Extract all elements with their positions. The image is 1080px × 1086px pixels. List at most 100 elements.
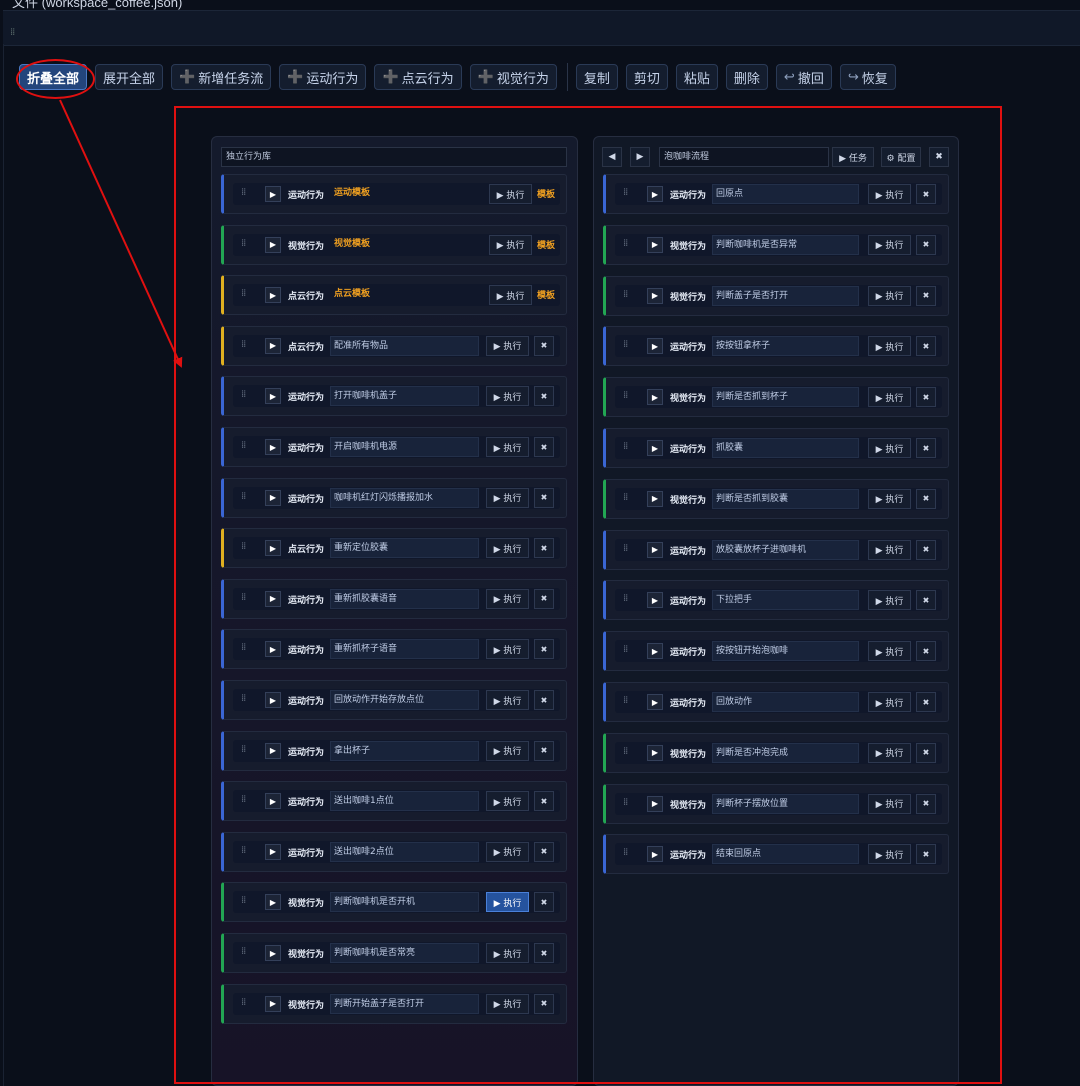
drag-handle-icon[interactable]: ⁞⁞ <box>623 847 628 858</box>
delete-card-button[interactable]: ✖ <box>916 438 936 458</box>
delete-card-button[interactable]: ✖ <box>916 234 936 255</box>
expand-toggle-button[interactable]: ▶ <box>265 793 281 810</box>
behavior-name-input[interactable]: 咖啡机红灯闪烁播报加水 <box>330 487 479 508</box>
execute-button[interactable]: ▶ 执行 <box>486 943 529 963</box>
library-card[interactable]: ⁞⁞ ▶ 运动行为 重新抓胶囊语音 ▶ 执行 ✖ <box>221 578 567 619</box>
flow-card[interactable]: ⁞⁞ ▶ 运动行为 回放动作 ▶ 执行 ✖ <box>603 682 949 722</box>
drag-handle-icon[interactable]: ⁞⁞ <box>241 794 246 805</box>
execute-button[interactable]: ▶ 执行 <box>486 588 529 609</box>
drag-handle-icon[interactable]: ⁞⁞ <box>623 390 628 401</box>
behavior-name-input[interactable]: 结束回原点 <box>712 844 859 865</box>
execute-button[interactable]: ▶ 执行 <box>486 690 529 710</box>
library-card[interactable]: ⁞⁞ ▶ 视觉行为 判断咖啡机是否开机 ▶ 执行 ✖ <box>221 882 567 923</box>
delete-card-button[interactable]: ✖ <box>534 335 554 356</box>
execute-button[interactable]: ▶ 执行 <box>486 335 529 356</box>
drag-handle-icon[interactable]: ⁞⁞ <box>623 746 628 757</box>
execute-button[interactable]: ▶ 执行 <box>868 488 911 509</box>
undo-button[interactable]: ↩ 撤回 <box>775 64 832 90</box>
drag-handle-icon[interactable]: ⁞⁞ <box>241 845 246 856</box>
behavior-name-input[interactable]: 配准所有物品 <box>330 335 479 356</box>
library-card[interactable]: ⁞⁞ ▶ 视觉行为 判断咖啡机是否常亮 ▶ 执行 ✖ <box>221 933 567 973</box>
behavior-name-input[interactable]: 送出咖啡2点位 <box>330 841 479 862</box>
collapse-all-button[interactable]: 折叠全部 <box>19 64 88 90</box>
drag-handle-icon[interactable]: ⁞⁞ <box>241 592 246 603</box>
execute-button[interactable]: ▶ 执行 <box>868 793 911 814</box>
behavior-name-input[interactable]: 判断是否冲泡完成 <box>712 742 859 763</box>
delete-card-button[interactable]: ✖ <box>534 437 554 457</box>
prev-flow-button[interactable]: ◀ <box>602 147 622 167</box>
flow-card[interactable]: ⁞⁞ ▶ 运动行为 回原点 ▶ 执行 ✖ <box>603 174 949 214</box>
drag-handle-icon[interactable]: ⁞⁞ <box>241 238 246 249</box>
delete-card-button[interactable]: ✖ <box>916 692 936 712</box>
flow-card[interactable]: ⁞⁞ ▶ 运动行为 放胶囊放杯子进咖啡机 ▶ 执行 ✖ <box>603 529 949 570</box>
expand-toggle-button[interactable]: ▶ <box>265 945 281 961</box>
drag-handle-icon[interactable]: ⁞⁞ <box>623 238 628 249</box>
behavior-name-input[interactable]: 按按钮拿杯子 <box>712 336 859 357</box>
flow-card[interactable]: ⁞⁞ ▶ 视觉行为 判断是否抓到胶囊 ▶ 执行 ✖ <box>603 478 949 519</box>
behavior-name-input[interactable]: 打开咖啡机盖子 <box>330 386 479 407</box>
behavior-name-input[interactable]: 判断咖啡机是否开机 <box>330 892 479 913</box>
behavior-name-input[interactable]: 开启咖啡机电源 <box>330 437 479 457</box>
behavior-name-input[interactable]: 判断咖啡机是否常亮 <box>330 943 479 963</box>
library-card[interactable]: ⁞⁞ ▶ 运动行为 打开咖啡机盖子 ▶ 执行 ✖ <box>221 376 567 417</box>
config-button[interactable]: ⚙ 配置 <box>881 147 921 167</box>
expand-toggle-button[interactable]: ▶ <box>647 846 663 863</box>
delete-card-button[interactable]: ✖ <box>916 184 936 204</box>
expand-toggle-button[interactable]: ▶ <box>265 236 281 253</box>
execute-button[interactable]: ▶ 执行 <box>868 692 911 712</box>
cut-button[interactable]: 剪切 <box>625 64 668 90</box>
library-card[interactable]: ⁞⁞ ▶ 运动行为 送出咖啡2点位 ▶ 执行 ✖ <box>221 831 567 872</box>
behavior-name-input[interactable]: 下拉把手 <box>712 590 859 611</box>
expand-toggle-button[interactable]: ▶ <box>647 592 663 609</box>
execute-button[interactable]: ▶ 执行 <box>486 841 529 862</box>
execute-button[interactable]: ▶ 执行 <box>486 892 529 913</box>
library-card[interactable]: ⁞⁞ ▶ 点云行为 点云模板 ▶ 执行 模板 <box>221 275 567 316</box>
flow-card[interactable]: ⁞⁞ ▶ 视觉行为 判断是否冲泡完成 ▶ 执行 ✖ <box>603 732 949 773</box>
behavior-name-input[interactable]: 重新抓杯子语音 <box>330 639 479 660</box>
expand-toggle-button[interactable]: ▶ <box>647 795 663 812</box>
behavior-name-input[interactable]: 回放动作开始存放点位 <box>330 690 479 710</box>
next-flow-button[interactable]: ▶ <box>630 147 650 167</box>
execute-button[interactable]: ▶ 执行 <box>486 791 529 812</box>
expand-toggle-button[interactable]: ▶ <box>265 287 281 304</box>
behavior-name-input[interactable]: 放胶囊放杯子进咖啡机 <box>712 539 859 560</box>
execute-button[interactable]: ▶ 执行 <box>486 639 529 660</box>
library-card[interactable]: ⁞⁞ ▶ 运动行为 开启咖啡机电源 ▶ 执行 ✖ <box>221 427 567 467</box>
behavior-name-input[interactable]: 判断是否抓到胶囊 <box>712 488 859 509</box>
expand-toggle-button[interactable]: ▶ <box>647 490 663 507</box>
execute-button[interactable]: ▶ 执行 <box>486 487 529 508</box>
delete-card-button[interactable]: ✖ <box>916 793 936 814</box>
delete-card-button[interactable]: ✖ <box>534 943 554 963</box>
flow-card[interactable]: ⁞⁞ ▶ 运动行为 下拉把手 ▶ 执行 ✖ <box>603 580 949 621</box>
delete-card-button[interactable]: ✖ <box>534 690 554 710</box>
expand-toggle-button[interactable]: ▶ <box>265 186 281 202</box>
execute-button[interactable]: ▶ 执行 <box>486 437 529 457</box>
expand-toggle-button[interactable]: ▶ <box>647 287 663 304</box>
library-card[interactable]: ⁞⁞ ▶ 运动行为 送出咖啡1点位 ▶ 执行 ✖ <box>221 781 567 822</box>
drag-handle-icon[interactable]: ⁞⁞ <box>241 187 246 198</box>
behavior-name-input[interactable]: 拿出杯子 <box>330 740 479 761</box>
execute-button[interactable]: ▶ 执行 <box>486 993 529 1014</box>
execute-button[interactable]: ▶ 执行 <box>868 590 911 611</box>
delete-card-button[interactable]: ✖ <box>534 588 554 609</box>
flow-card[interactable]: ⁞⁞ ▶ 运动行为 结束回原点 ▶ 执行 ✖ <box>603 834 949 875</box>
expand-toggle-button[interactable]: ▶ <box>265 540 281 557</box>
expand-all-button[interactable]: 展开全部 <box>95 64 164 90</box>
drag-handle-icon[interactable]: ⁞⁞ <box>241 389 246 400</box>
delete-card-button[interactable]: ✖ <box>916 641 936 662</box>
execute-button[interactable]: ▶ 执行 <box>868 285 911 306</box>
library-card[interactable]: ⁞⁞ ▶ 运动行为 拿出杯子 ▶ 执行 ✖ <box>221 730 567 771</box>
execute-button[interactable]: ▶ 执行 <box>868 336 911 357</box>
add-pointcloud-button[interactable]: ➕ 点云行为 <box>374 64 462 90</box>
behavior-name-input[interactable]: 判断咖啡机是否异常 <box>712 234 859 255</box>
execute-button[interactable]: ▶ 执行 <box>486 386 529 407</box>
behavior-name-input[interactable]: 判断开始盖子是否打开 <box>330 993 479 1014</box>
run-task-button[interactable]: ▶ 任务 <box>832 147 874 167</box>
flow-card[interactable]: ⁞⁞ ▶ 运动行为 按按钮开始泡咖啡 ▶ 执行 ✖ <box>603 631 949 672</box>
flow-card[interactable]: ⁞⁞ ▶ 视觉行为 判断是否抓到杯子 ▶ 执行 ✖ <box>603 377 949 418</box>
drag-handle-icon[interactable]: ⁞⁞ <box>623 644 628 655</box>
execute-button[interactable]: ▶ 执行 <box>489 184 532 204</box>
drag-handle-icon[interactable]: ⁞⁞ <box>623 695 628 706</box>
delete-button[interactable]: 删除 <box>725 64 768 90</box>
new-flow-button[interactable]: ➕ 新增任务流 <box>171 64 272 90</box>
